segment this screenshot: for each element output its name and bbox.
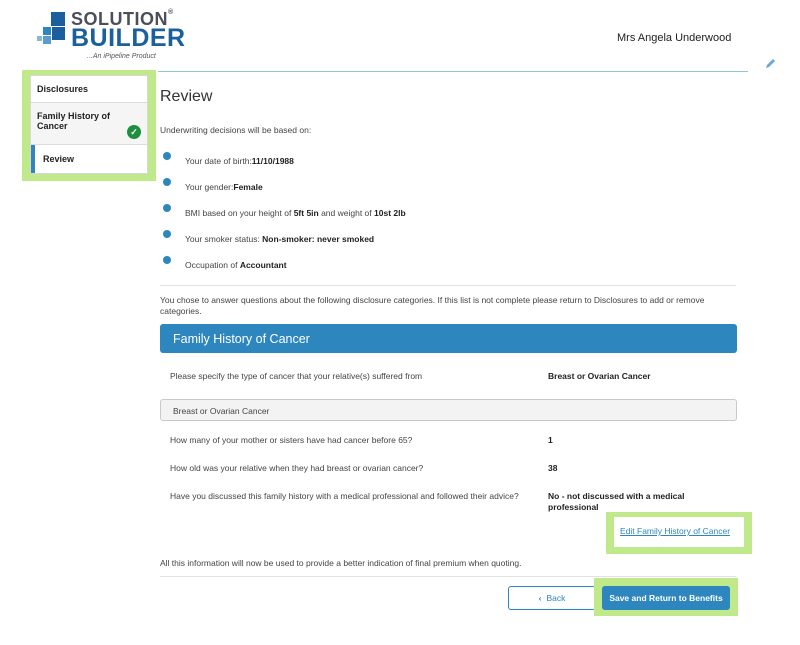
answer-relatives-count: 1: [548, 435, 553, 445]
list-item: Your gender:Female: [163, 178, 663, 204]
list-item: Your date of birth:11/10/1988: [163, 152, 663, 178]
header-divider: [158, 71, 748, 72]
question-medical-discussion: Have you discussed this family history w…: [170, 491, 519, 501]
save-and-return-button[interactable]: Save and Return to Benefits: [602, 586, 730, 610]
pencil-icon[interactable]: [765, 57, 777, 69]
check-circle-icon: ✓: [127, 125, 141, 139]
chevron-left-icon: ‹: [538, 593, 542, 603]
section-divider: [160, 285, 736, 286]
section-header-family-history: Family History of Cancer: [160, 324, 737, 353]
solution-builder-logo: SOLUTION® BUILDER ...An iPipeline Produc…: [37, 8, 185, 63]
footer-divider: [160, 576, 736, 577]
answer-relative-age: 38: [548, 463, 558, 473]
question-cancer-type: Please specify the type of cancer that y…: [170, 371, 423, 381]
sidebar-item-disclosures[interactable]: Disclosures: [31, 76, 147, 103]
underwriting-list: Your date of birth:11/10/1988 Your gende…: [163, 152, 663, 282]
back-button-label: Back: [546, 593, 566, 603]
question-relative-age: How old was your relative when they had …: [170, 463, 424, 473]
list-item: Occupation of Accountant: [163, 256, 663, 282]
final-info-text: All this information will now be used to…: [160, 558, 522, 568]
sidebar-item-label: Disclosures: [37, 84, 89, 94]
bullet-dot-icon: [163, 152, 171, 160]
user-name: Mrs Angela Underwood: [617, 32, 732, 44]
logo-squares-icon: [37, 12, 69, 46]
back-button[interactable]: ‹ Back: [508, 586, 596, 610]
edit-family-history-link[interactable]: Edit Family History of Cancer: [620, 526, 730, 536]
list-item: BMI based on your height of 5ft 5in and …: [163, 204, 663, 230]
logo-tagline: ...An iPipeline Product: [87, 53, 156, 60]
logo-text-builder: BUILDER: [71, 24, 186, 52]
sidebar-item-family-history[interactable]: Family History of Cancer ✓: [31, 103, 147, 145]
bullet-dot-icon: [163, 204, 171, 212]
sidebar-item-label: Review: [43, 154, 75, 164]
bullet-dot-icon: [163, 230, 171, 238]
disclosure-info-text: You chose to answer questions about the …: [160, 295, 705, 316]
sidebar-item-label: Family History of Cancer: [37, 111, 111, 131]
answer-cancer-type: Breast or Ovarian Cancer: [548, 371, 651, 381]
page-title: Review: [160, 88, 213, 105]
bullet-dot-icon: [163, 178, 171, 186]
list-item: Your smoker status: Non-smoker: never sm…: [163, 230, 663, 256]
sidebar-nav: Disclosures Family History of Cancer ✓ R…: [30, 75, 148, 174]
sidebar-item-review[interactable]: Review: [31, 145, 147, 173]
bullet-dot-icon: [163, 256, 171, 264]
question-relatives-count: How many of your mother or sisters have …: [170, 435, 413, 445]
answer-medical-discussion: No - not discussed with a medical profes…: [548, 491, 685, 512]
intro-text: Underwriting decisions will be based on:: [160, 125, 312, 135]
subsection-heading: Breast or Ovarian Cancer: [160, 399, 737, 421]
